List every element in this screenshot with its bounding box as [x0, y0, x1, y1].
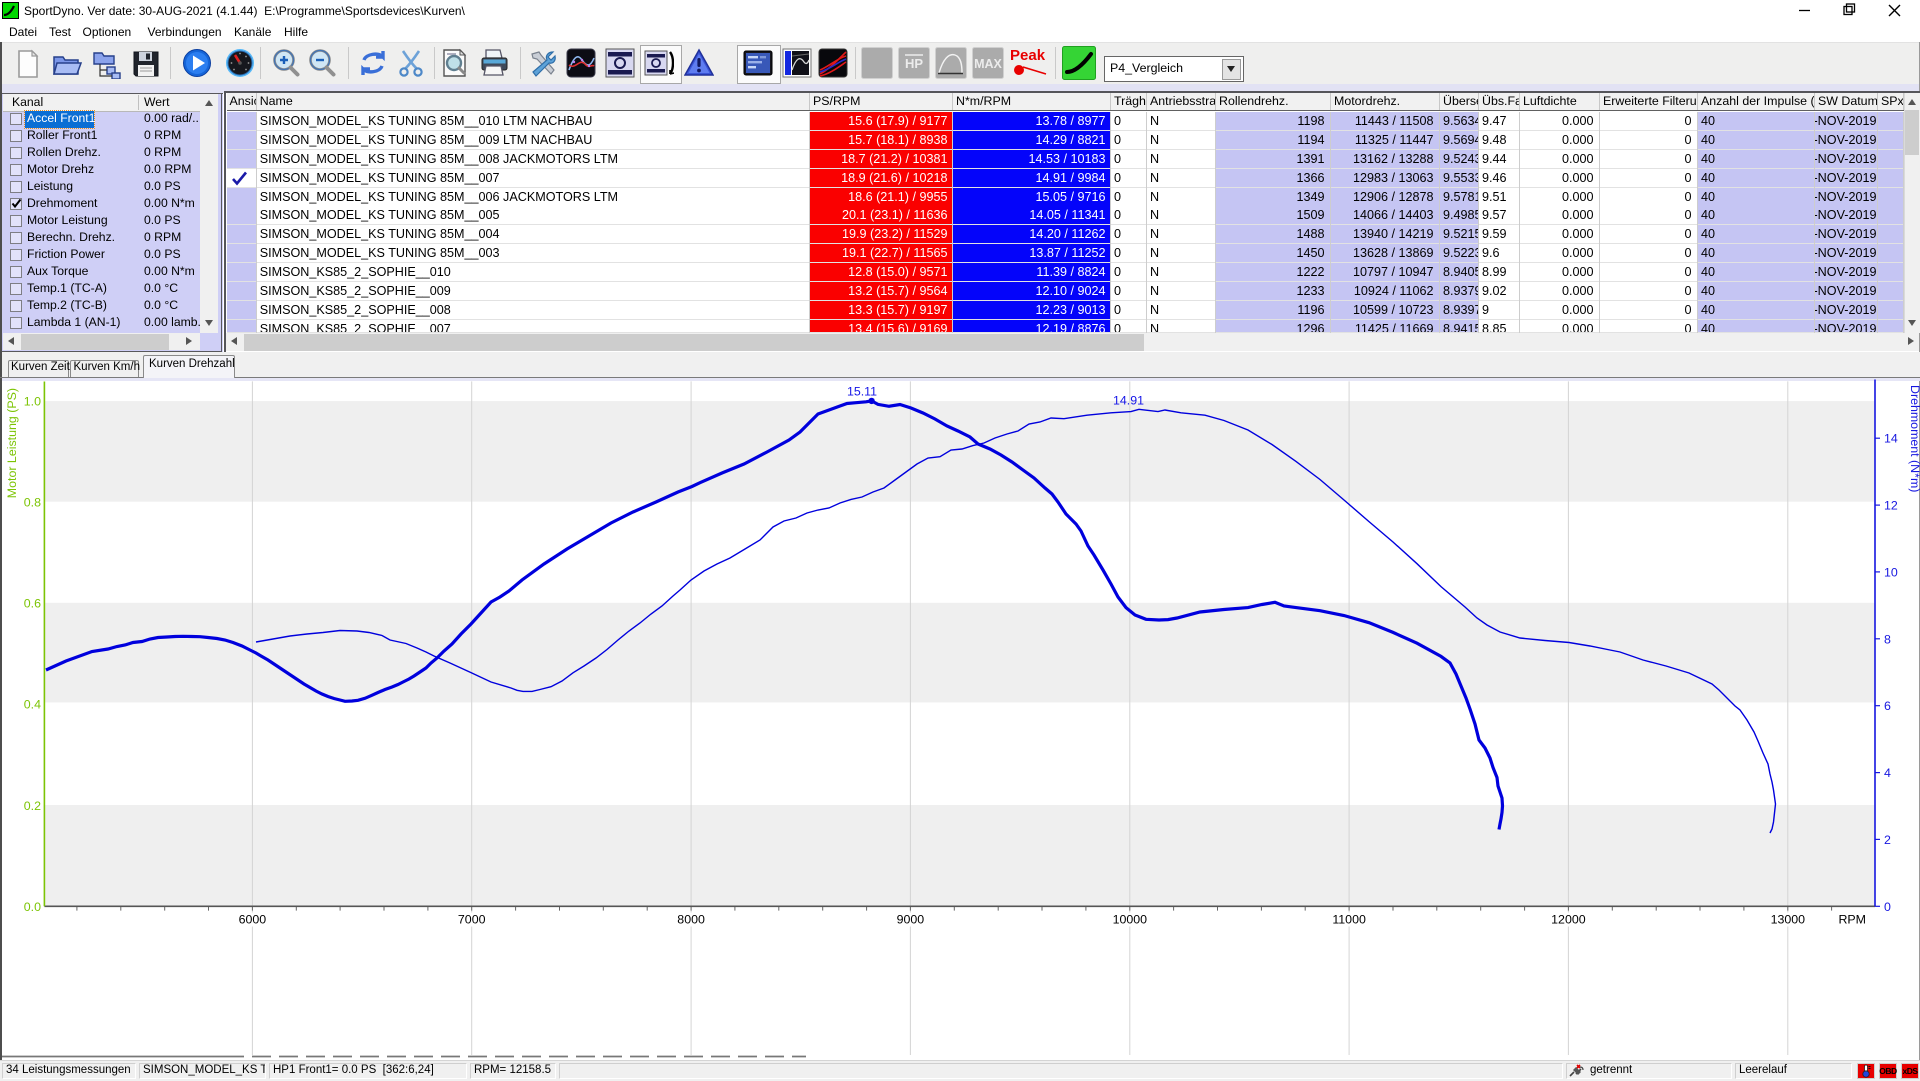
svg-text:13000: 13000 — [1771, 913, 1806, 927]
svg-text:0.0: 0.0 — [24, 900, 41, 914]
svg-text:6000: 6000 — [239, 913, 267, 927]
svg-text:14.91: 14.91 — [1113, 394, 1144, 408]
svg-text:0.2: 0.2 — [24, 799, 41, 813]
svg-text:15.11: 15.11 — [847, 385, 877, 399]
svg-text:7000: 7000 — [458, 913, 486, 927]
svg-text:1.0: 1.0 — [24, 395, 41, 409]
svg-text:12: 12 — [1884, 499, 1898, 513]
svg-text:10: 10 — [1884, 565, 1898, 579]
svg-text:2: 2 — [1884, 833, 1891, 847]
svg-text:6: 6 — [1884, 699, 1891, 713]
svg-text:11000: 11000 — [1332, 913, 1366, 927]
svg-text:4: 4 — [1884, 766, 1891, 780]
svg-text:8: 8 — [1884, 632, 1891, 646]
svg-text:14: 14 — [1884, 432, 1898, 446]
svg-text:Motor Leistung (PS): Motor Leistung (PS) — [5, 388, 19, 498]
svg-text:0.8: 0.8 — [24, 496, 41, 510]
svg-text:8000: 8000 — [677, 913, 705, 927]
svg-text:0.4: 0.4 — [24, 698, 41, 712]
svg-text:RPM: RPM — [1838, 913, 1866, 927]
svg-text:10000: 10000 — [1113, 913, 1148, 927]
svg-text:0.6: 0.6 — [24, 597, 41, 611]
svg-text:0: 0 — [1884, 900, 1891, 914]
svg-text:9000: 9000 — [897, 913, 925, 927]
svg-text:Drehmoment (N*m): Drehmoment (N*m) — [1908, 385, 1920, 492]
svg-text:12000: 12000 — [1551, 913, 1586, 927]
